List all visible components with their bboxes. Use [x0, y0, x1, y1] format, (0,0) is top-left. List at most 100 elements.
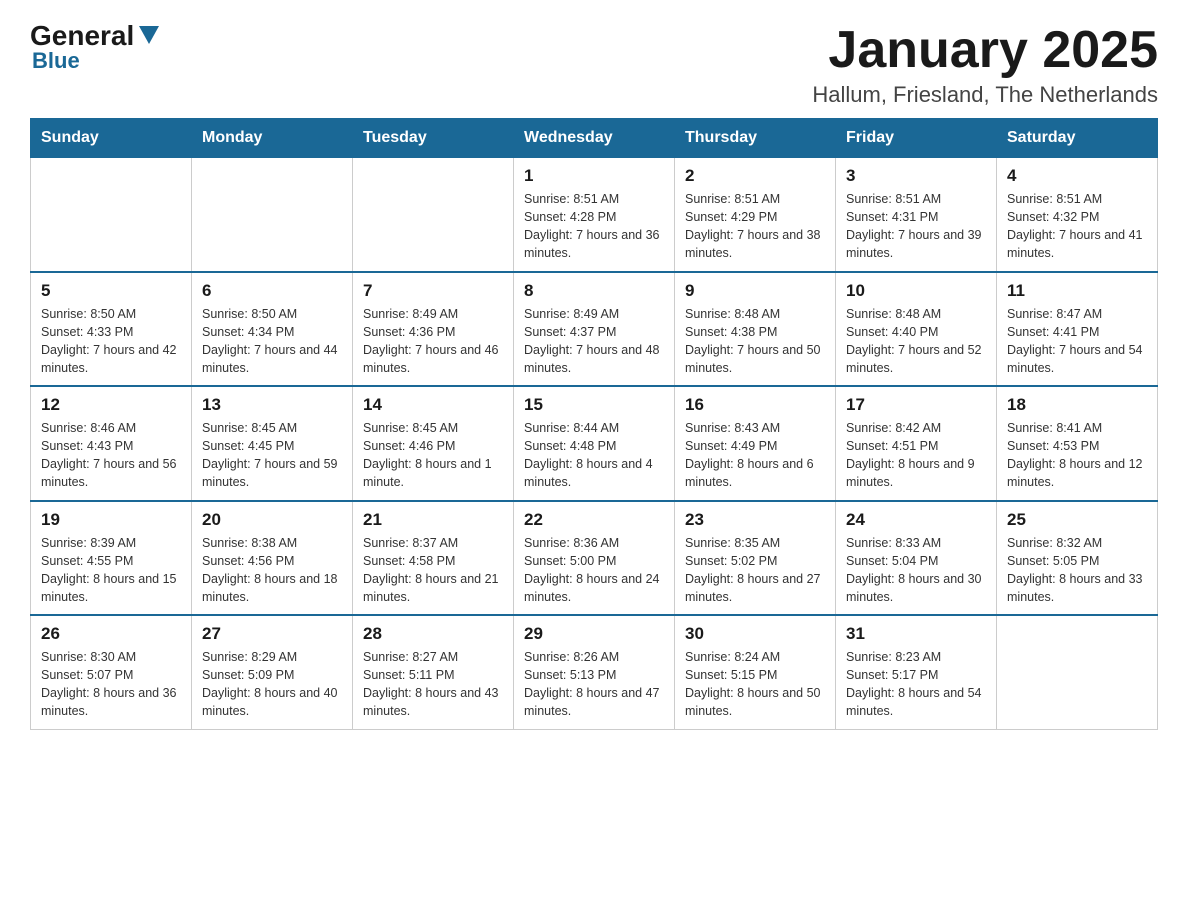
calendar-cell: 12Sunrise: 8:46 AM Sunset: 4:43 PM Dayli…	[31, 386, 192, 501]
day-number: 19	[41, 510, 181, 530]
calendar-table: SundayMondayTuesdayWednesdayThursdayFrid…	[30, 118, 1158, 730]
calendar-cell: 22 Sunrise: 8:36 AM Sunset: 5:00 PM Dayli…	[514, 501, 675, 616]
day-info: Sunrise: 8:38 AM Sunset: 4:56 PM Dayligh…	[202, 534, 342, 607]
day-info: Sunrise: 8:51 AM Sunset: 4:28 PM Dayligh…	[524, 190, 664, 263]
calendar-header-row: SundayMondayTuesdayWednesdayThursdayFrid…	[31, 119, 1158, 158]
day-number: 31	[846, 624, 986, 644]
calendar-cell: 14Sunrise: 8:45 AM Sunset: 4:46 PM Dayli…	[353, 386, 514, 501]
day-number: 13	[202, 395, 342, 415]
calendar-cell: 2 Sunrise: 8:51 AM Sunset: 4:29 PM Daylig…	[675, 158, 836, 272]
calendar-week-row: 1 Sunrise: 8:51 AM Sunset: 4:28 PM Daylig…	[31, 158, 1158, 272]
calendar-day-header-saturday: Saturday	[997, 119, 1158, 158]
day-info: Sunrise: 8:51 AM Sunset: 4:31 PM Dayligh…	[846, 190, 986, 263]
day-number: 4	[1007, 166, 1147, 186]
day-info: Sunrise: 8:50 AM Sunset: 4:34 PM Dayligh…	[202, 305, 342, 378]
day-info: Sunrise: 8:24 AM Sunset: 5:15 PM Dayligh…	[685, 648, 825, 721]
day-info: Sunrise: 8:33 AM Sunset: 5:04 PM Dayligh…	[846, 534, 986, 607]
calendar-cell: 27Sunrise: 8:29 AM Sunset: 5:09 PM Dayli…	[192, 615, 353, 729]
day-number: 5	[41, 281, 181, 301]
logo: General Blue	[30, 20, 159, 74]
day-info: Sunrise: 8:51 AM Sunset: 4:29 PM Dayligh…	[685, 190, 825, 263]
day-info: Sunrise: 8:50 AM Sunset: 4:33 PM Dayligh…	[41, 305, 181, 378]
title-block: January 2025 Hallum, Friesland, The Neth…	[812, 20, 1158, 108]
day-info: Sunrise: 8:32 AM Sunset: 5:05 PM Dayligh…	[1007, 534, 1147, 607]
calendar-cell: 25Sunrise: 8:32 AM Sunset: 5:05 PM Dayli…	[997, 501, 1158, 616]
day-info: Sunrise: 8:48 AM Sunset: 4:38 PM Dayligh…	[685, 305, 825, 378]
calendar-cell: 7 Sunrise: 8:49 AM Sunset: 4:36 PM Daylig…	[353, 272, 514, 387]
calendar-cell	[997, 615, 1158, 729]
day-number: 29	[524, 624, 664, 644]
calendar-header: SundayMondayTuesdayWednesdayThursdayFrid…	[31, 119, 1158, 158]
calendar-cell: 5 Sunrise: 8:50 AM Sunset: 4:33 PM Daylig…	[31, 272, 192, 387]
calendar-cell: 6 Sunrise: 8:50 AM Sunset: 4:34 PM Daylig…	[192, 272, 353, 387]
calendar-body: 1 Sunrise: 8:51 AM Sunset: 4:28 PM Daylig…	[31, 158, 1158, 730]
calendar-cell: 20 Sunrise: 8:38 AM Sunset: 4:56 PM Dayli…	[192, 501, 353, 616]
calendar-day-header-sunday: Sunday	[31, 119, 192, 158]
calendar-cell	[192, 158, 353, 272]
day-info: Sunrise: 8:49 AM Sunset: 4:36 PM Dayligh…	[363, 305, 503, 378]
calendar-cell: 30 Sunrise: 8:24 AM Sunset: 5:15 PM Dayli…	[675, 615, 836, 729]
calendar-week-row: 5 Sunrise: 8:50 AM Sunset: 4:33 PM Daylig…	[31, 272, 1158, 387]
calendar-cell: 9 Sunrise: 8:48 AM Sunset: 4:38 PM Daylig…	[675, 272, 836, 387]
day-info: Sunrise: 8:23 AM Sunset: 5:17 PM Dayligh…	[846, 648, 986, 721]
calendar-cell: 16Sunrise: 8:43 AM Sunset: 4:49 PM Dayli…	[675, 386, 836, 501]
day-info: Sunrise: 8:26 AM Sunset: 5:13 PM Dayligh…	[524, 648, 664, 721]
day-info: Sunrise: 8:45 AM Sunset: 4:46 PM Dayligh…	[363, 419, 503, 492]
day-number: 9	[685, 281, 825, 301]
logo-blue-text: Blue	[32, 48, 80, 74]
day-number: 15	[524, 395, 664, 415]
day-number: 26	[41, 624, 181, 644]
day-number: 8	[524, 281, 664, 301]
day-number: 12	[41, 395, 181, 415]
day-number: 3	[846, 166, 986, 186]
page-header: General Blue January 2025 Hallum, Friesl…	[30, 20, 1158, 108]
day-info: Sunrise: 8:42 AM Sunset: 4:51 PM Dayligh…	[846, 419, 986, 492]
calendar-week-row: 19 Sunrise: 8:39 AM Sunset: 4:55 PM Dayli…	[31, 501, 1158, 616]
day-info: Sunrise: 8:30 AM Sunset: 5:07 PM Dayligh…	[41, 648, 181, 721]
calendar-week-row: 26 Sunrise: 8:30 AM Sunset: 5:07 PM Dayli…	[31, 615, 1158, 729]
day-number: 17	[846, 395, 986, 415]
day-info: Sunrise: 8:49 AM Sunset: 4:37 PM Dayligh…	[524, 305, 664, 378]
day-number: 23	[685, 510, 825, 530]
calendar-cell: 19 Sunrise: 8:39 AM Sunset: 4:55 PM Dayli…	[31, 501, 192, 616]
calendar-cell: 18Sunrise: 8:41 AM Sunset: 4:53 PM Dayli…	[997, 386, 1158, 501]
calendar-cell: 24Sunrise: 8:33 AM Sunset: 5:04 PM Dayli…	[836, 501, 997, 616]
day-info: Sunrise: 8:44 AM Sunset: 4:48 PM Dayligh…	[524, 419, 664, 492]
calendar-week-row: 12Sunrise: 8:46 AM Sunset: 4:43 PM Dayli…	[31, 386, 1158, 501]
calendar-day-header-friday: Friday	[836, 119, 997, 158]
day-info: Sunrise: 8:41 AM Sunset: 4:53 PM Dayligh…	[1007, 419, 1147, 492]
day-number: 16	[685, 395, 825, 415]
day-number: 2	[685, 166, 825, 186]
calendar-cell	[353, 158, 514, 272]
calendar-cell: 23Sunrise: 8:35 AM Sunset: 5:02 PM Dayli…	[675, 501, 836, 616]
day-number: 11	[1007, 281, 1147, 301]
day-number: 1	[524, 166, 664, 186]
day-number: 21	[363, 510, 503, 530]
day-info: Sunrise: 8:36 AM Sunset: 5:00 PM Dayligh…	[524, 534, 664, 607]
calendar-cell: 4 Sunrise: 8:51 AM Sunset: 4:32 PM Daylig…	[997, 158, 1158, 272]
day-info: Sunrise: 8:39 AM Sunset: 4:55 PM Dayligh…	[41, 534, 181, 607]
calendar-cell: 1 Sunrise: 8:51 AM Sunset: 4:28 PM Daylig…	[514, 158, 675, 272]
calendar-location: Hallum, Friesland, The Netherlands	[812, 82, 1158, 108]
day-number: 10	[846, 281, 986, 301]
day-number: 27	[202, 624, 342, 644]
day-number: 20	[202, 510, 342, 530]
day-number: 7	[363, 281, 503, 301]
day-number: 28	[363, 624, 503, 644]
day-number: 22	[524, 510, 664, 530]
day-number: 6	[202, 281, 342, 301]
calendar-cell: 10Sunrise: 8:48 AM Sunset: 4:40 PM Dayli…	[836, 272, 997, 387]
day-info: Sunrise: 8:47 AM Sunset: 4:41 PM Dayligh…	[1007, 305, 1147, 378]
calendar-cell: 11 Sunrise: 8:47 AM Sunset: 4:41 PM Dayli…	[997, 272, 1158, 387]
calendar-day-header-tuesday: Tuesday	[353, 119, 514, 158]
calendar-day-header-monday: Monday	[192, 119, 353, 158]
day-number: 30	[685, 624, 825, 644]
calendar-cell: 29 Sunrise: 8:26 AM Sunset: 5:13 PM Dayli…	[514, 615, 675, 729]
calendar-cell: 3 Sunrise: 8:51 AM Sunset: 4:31 PM Daylig…	[836, 158, 997, 272]
calendar-day-header-thursday: Thursday	[675, 119, 836, 158]
day-info: Sunrise: 8:51 AM Sunset: 4:32 PM Dayligh…	[1007, 190, 1147, 263]
calendar-cell: 28Sunrise: 8:27 AM Sunset: 5:11 PM Dayli…	[353, 615, 514, 729]
calendar-cell: 26 Sunrise: 8:30 AM Sunset: 5:07 PM Dayli…	[31, 615, 192, 729]
day-info: Sunrise: 8:45 AM Sunset: 4:45 PM Dayligh…	[202, 419, 342, 492]
logo-triangle-icon	[139, 26, 159, 44]
